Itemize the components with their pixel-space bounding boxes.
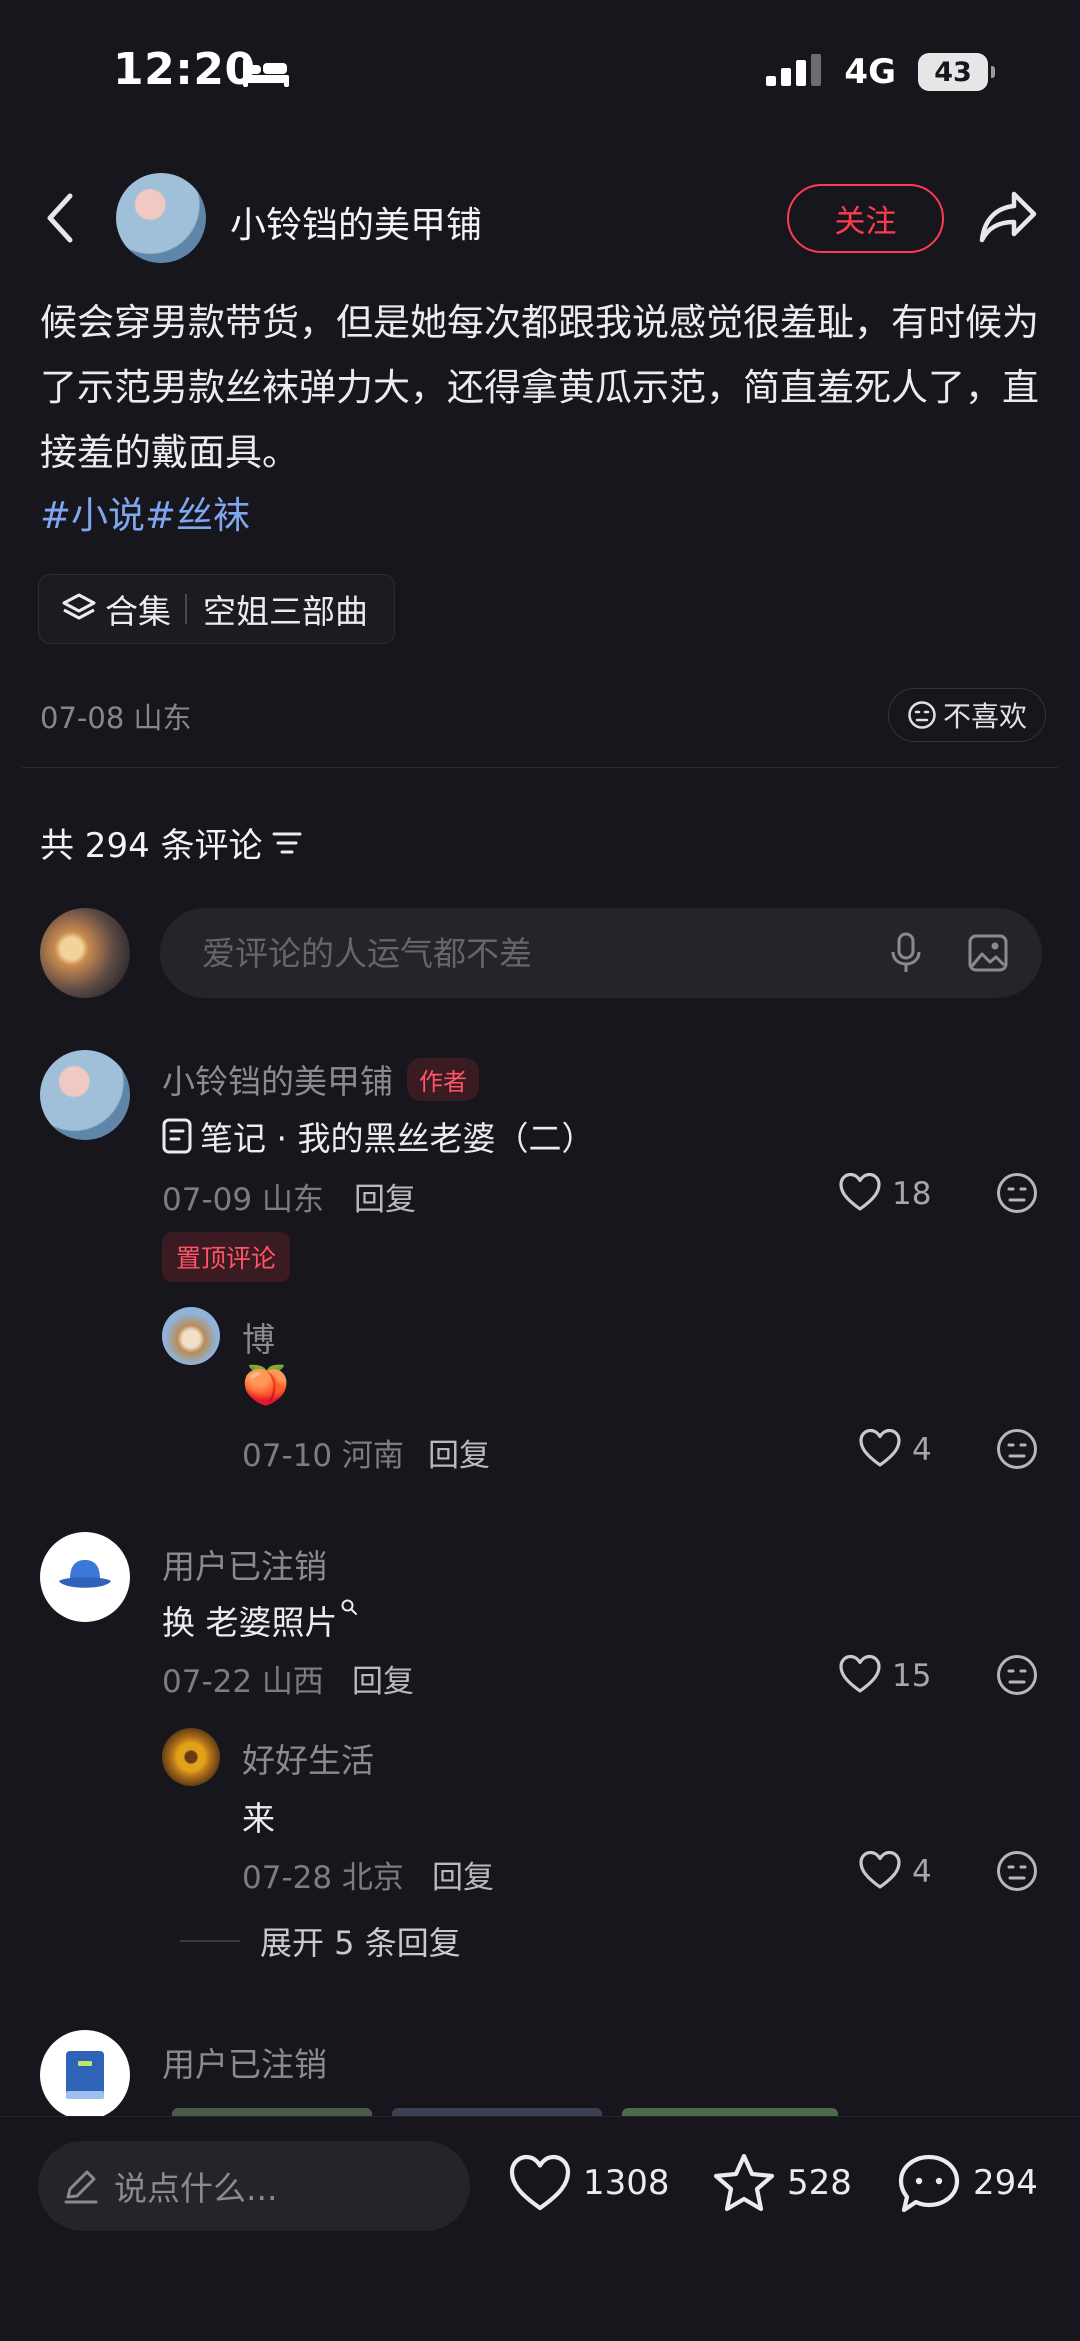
star-count: 528: [787, 2163, 852, 2203]
like-count: 15: [892, 1658, 932, 1694]
bed-icon: [243, 57, 289, 89]
post-meta: 07-08 山东: [40, 701, 192, 735]
follow-button[interactable]: 关注: [787, 184, 944, 253]
reply-text: 来: [242, 1799, 275, 1838]
expand-replies-label: 展开 5 条回复: [260, 1924, 461, 1962]
signal-icon: [766, 54, 822, 90]
like-count: 4: [912, 1854, 932, 1890]
search-icon[interactable]: [340, 1598, 358, 1616]
comment-icon[interactable]: [896, 2152, 962, 2216]
replier-avatar[interactable]: [162, 1728, 220, 1786]
author-avatar[interactable]: [116, 173, 206, 263]
comment-body: 换 老婆照片: [162, 1596, 358, 1644]
heart-icon[interactable]: [858, 1850, 902, 1890]
like-count: 4: [912, 1432, 932, 1468]
replier-name[interactable]: 好好生活: [242, 1734, 374, 1782]
post-body: 候会穿男款带货，但是她每次都跟我说感觉很羞耻，有时候为了示范男款丝袜弹力大，还得…: [40, 301, 1039, 474]
reply-button[interactable]: 回复: [352, 1656, 414, 1701]
collection-separator: [185, 594, 187, 624]
back-icon[interactable]: [44, 192, 74, 244]
my-avatar: [40, 908, 130, 998]
layers-icon: [61, 592, 97, 626]
heart-icon[interactable]: [838, 1172, 882, 1212]
pinned-tag: 置顶评论: [162, 1232, 291, 1282]
neutral-face-icon[interactable]: [996, 1428, 1038, 1470]
replier-avatar[interactable]: [162, 1307, 220, 1365]
divider: [22, 767, 1058, 768]
commenter-name[interactable]: 小铃铛的美甲铺: [162, 1055, 393, 1103]
commenter-avatar[interactable]: [40, 1050, 130, 1140]
post-hashtags[interactable]: #小说#丝袜: [40, 485, 250, 539]
collection-name: 空姐三部曲: [203, 592, 368, 631]
expand-replies[interactable]: 展开 5 条回复: [180, 1918, 461, 1964]
collection-label: 合集: [105, 592, 171, 631]
like-count-total: 1308: [583, 2163, 670, 2203]
note-icon: [162, 1118, 192, 1154]
status-indicators: 4G 43: [766, 52, 995, 92]
network-label: 4G: [844, 52, 896, 92]
star-icon[interactable]: [712, 2152, 776, 2214]
comment-count[interactable]: 共 294 条评论: [40, 818, 303, 867]
heart-icon[interactable]: [838, 1654, 882, 1694]
reply-button[interactable]: 回复: [432, 1852, 494, 1897]
note-link[interactable]: 笔记 · 我的黑丝老婆（二）: [162, 1112, 594, 1160]
expand-line: [180, 1940, 240, 1942]
bottom-input-placeholder: 说点什么...: [114, 2169, 278, 2208]
neutral-face-icon[interactable]: [996, 1172, 1038, 1214]
share-icon[interactable]: [978, 190, 1038, 244]
image-icon[interactable]: [968, 934, 1008, 972]
comment-text: 换 老婆照片: [162, 1603, 338, 1642]
sort-icon[interactable]: [271, 830, 303, 856]
commenter-avatar[interactable]: [40, 1532, 130, 1622]
book-icon: [66, 2051, 104, 2099]
reply-button[interactable]: 回复: [428, 1430, 490, 1475]
author-name[interactable]: 小铃铛的美甲铺: [230, 196, 482, 248]
author-tag: 作者: [407, 1057, 479, 1101]
dislike-button[interactable]: 不喜欢: [888, 688, 1047, 742]
pencil-icon: [62, 2167, 100, 2205]
comment-text: 笔记 · 我的黑丝老婆（二）: [200, 1119, 595, 1158]
like-icon[interactable]: [508, 2154, 572, 2212]
comment-count-label: 共 294 条评论: [40, 826, 263, 866]
replier-name[interactable]: 博: [242, 1313, 275, 1361]
microphone-icon[interactable]: [890, 932, 922, 974]
commenter-name[interactable]: 用户已注销: [162, 2038, 327, 2086]
dislike-label: 不喜欢: [943, 700, 1028, 733]
reply-emoji: 🍑: [242, 1363, 290, 1407]
reply-button[interactable]: 回复: [354, 1174, 416, 1219]
collection-chip[interactable]: 合集 空姐三部曲: [38, 574, 395, 644]
status-time: 12:20: [113, 44, 256, 95]
like-count: 18: [892, 1176, 932, 1212]
comment-date: 07-09 山东: [162, 1182, 324, 1218]
battery-icon: 43: [918, 53, 995, 91]
reply-date: 07-10 河南: [242, 1438, 404, 1474]
comment-date: 07-22 山西: [162, 1664, 324, 1700]
bucket-hat-icon: [59, 1560, 111, 1588]
comment-count-total: 294: [973, 2163, 1038, 2203]
neutral-face-icon[interactable]: [996, 1850, 1038, 1892]
neutral-face-icon: [907, 700, 937, 730]
reply-date: 07-28 北京: [242, 1860, 404, 1896]
commenter-avatar[interactable]: [40, 2030, 130, 2120]
heart-icon[interactable]: [858, 1428, 902, 1468]
bottom-comment-input[interactable]: 说点什么...: [38, 2141, 470, 2231]
comment-header: 小铃铛的美甲铺 作者: [162, 1055, 479, 1103]
commenter-name[interactable]: 用户已注销: [162, 1540, 327, 1588]
neutral-face-icon[interactable]: [996, 1654, 1038, 1696]
